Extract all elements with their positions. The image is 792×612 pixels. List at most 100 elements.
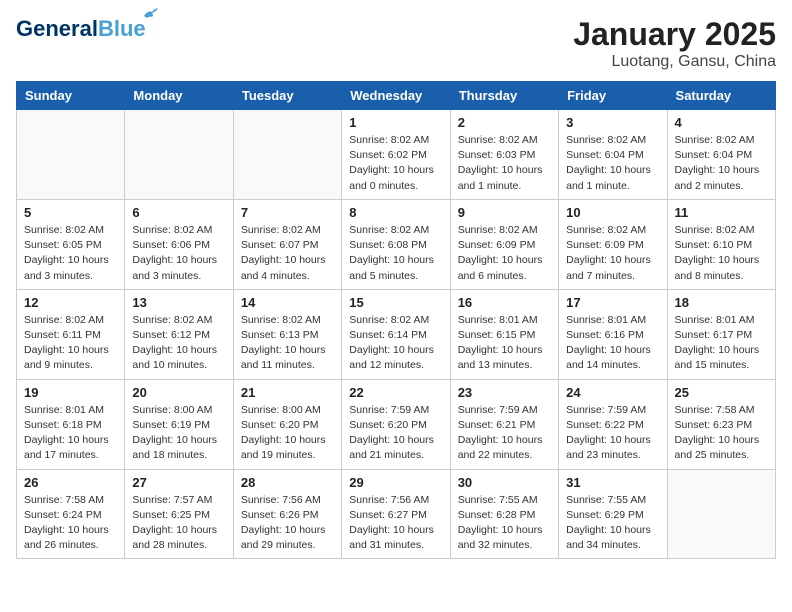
calendar-day-cell: 18Sunrise: 8:01 AMSunset: 6:17 PMDayligh… xyxy=(667,289,775,379)
calendar-day-cell xyxy=(233,110,341,200)
calendar-day-cell xyxy=(667,469,775,559)
day-info: Sunrise: 8:02 AMSunset: 6:09 PMDaylight:… xyxy=(458,223,551,284)
day-info: Sunrise: 7:55 AMSunset: 6:28 PMDaylight:… xyxy=(458,493,551,554)
day-number: 19 xyxy=(24,385,117,400)
calendar-week-row: 19 Sunrise: 8:01 AMSunset: 6:18 PMDayligh… xyxy=(17,379,776,469)
calendar-day-cell: 4 Sunrise: 8:02 AMSunset: 6:04 PMDaylight… xyxy=(667,110,775,200)
day-info: Sunrise: 8:00 AMSunset: 6:20 PMDaylight:… xyxy=(241,403,334,464)
day-info: Sunrise: 8:02 AMSunset: 6:07 PMDaylight:… xyxy=(241,223,334,284)
day-number: 1 xyxy=(349,115,442,130)
calendar-day-cell: 10 Sunrise: 8:02 AMSunset: 6:09 PMDayligh… xyxy=(559,199,667,289)
day-info: Sunrise: 7:59 AMSunset: 6:21 PMDaylight:… xyxy=(458,403,551,464)
day-info: Sunrise: 7:55 AMSunset: 6:29 PMDaylight:… xyxy=(566,493,659,554)
weekday-header-saturday: Saturday xyxy=(667,82,775,110)
day-info: Sunrise: 7:56 AMSunset: 6:26 PMDaylight:… xyxy=(241,493,334,554)
day-number: 29 xyxy=(349,475,442,490)
calendar-day-cell: 31 Sunrise: 7:55 AMSunset: 6:29 PMDayligh… xyxy=(559,469,667,559)
calendar-day-cell: 26Sunrise: 7:58 AMSunset: 6:24 PMDayligh… xyxy=(17,469,125,559)
day-info: Sunrise: 7:59 AMSunset: 6:20 PMDaylight:… xyxy=(349,403,442,464)
day-number: 15 xyxy=(349,295,442,310)
calendar-day-cell: 21 Sunrise: 8:00 AMSunset: 6:20 PMDayligh… xyxy=(233,379,341,469)
day-info: Sunrise: 8:02 AMSunset: 6:14 PMDaylight:… xyxy=(349,313,442,374)
calendar-day-cell: 28Sunrise: 7:56 AMSunset: 6:26 PMDayligh… xyxy=(233,469,341,559)
weekday-header-sunday: Sunday xyxy=(17,82,125,110)
calendar-day-cell: 3Sunrise: 8:02 AMSunset: 6:04 PMDaylight… xyxy=(559,110,667,200)
day-number: 21 xyxy=(241,385,334,400)
logo-bird-icon xyxy=(142,8,160,22)
day-number: 24 xyxy=(566,385,659,400)
day-number: 27 xyxy=(132,475,225,490)
day-number: 18 xyxy=(675,295,768,310)
day-number: 30 xyxy=(458,475,551,490)
logo: GeneralBlue xyxy=(16,16,146,42)
calendar-day-cell: 12Sunrise: 8:02 AMSunset: 6:11 PMDayligh… xyxy=(17,289,125,379)
calendar-day-cell xyxy=(125,110,233,200)
day-info: Sunrise: 8:02 AMSunset: 6:10 PMDaylight:… xyxy=(675,223,768,284)
day-info: Sunrise: 7:56 AMSunset: 6:27 PMDaylight:… xyxy=(349,493,442,554)
day-number: 11 xyxy=(675,205,768,220)
day-number: 13 xyxy=(132,295,225,310)
calendar-day-cell: 14 Sunrise: 8:02 AMSunset: 6:13 PMDayligh… xyxy=(233,289,341,379)
calendar-day-cell: 9 Sunrise: 8:02 AMSunset: 6:09 PMDaylight… xyxy=(450,199,558,289)
weekday-header-wednesday: Wednesday xyxy=(342,82,450,110)
day-number: 5 xyxy=(24,205,117,220)
day-info: Sunrise: 8:02 AMSunset: 6:13 PMDaylight:… xyxy=(241,313,334,374)
logo-blue-text: Blue xyxy=(98,16,146,41)
calendar-day-cell: 25 Sunrise: 7:58 AMSunset: 6:23 PMDayligh… xyxy=(667,379,775,469)
weekday-header-friday: Friday xyxy=(559,82,667,110)
day-info: Sunrise: 8:02 AMSunset: 6:12 PMDaylight:… xyxy=(132,313,225,374)
calendar-day-cell: 27 Sunrise: 7:57 AMSunset: 6:25 PMDayligh… xyxy=(125,469,233,559)
calendar-title: January 2025 xyxy=(573,16,776,53)
calendar-day-cell: 16Sunrise: 8:01 AMSunset: 6:15 PMDayligh… xyxy=(450,289,558,379)
calendar-day-cell: 23Sunrise: 7:59 AMSunset: 6:21 PMDayligh… xyxy=(450,379,558,469)
calendar-day-cell: 1Sunrise: 8:02 AMSunset: 6:02 PMDaylight… xyxy=(342,110,450,200)
calendar-day-cell: 29 Sunrise: 7:56 AMSunset: 6:27 PMDayligh… xyxy=(342,469,450,559)
day-number: 20 xyxy=(132,385,225,400)
day-number: 22 xyxy=(349,385,442,400)
day-number: 9 xyxy=(458,205,551,220)
day-info: Sunrise: 7:58 AMSunset: 6:24 PMDaylight:… xyxy=(24,493,117,554)
day-info: Sunrise: 7:57 AMSunset: 6:25 PMDaylight:… xyxy=(132,493,225,554)
day-number: 17 xyxy=(566,295,659,310)
title-block: January 2025 Luotang, Gansu, China xyxy=(573,16,776,71)
day-info: Sunrise: 8:02 AMSunset: 6:11 PMDaylight:… xyxy=(24,313,117,374)
calendar-week-row: 26Sunrise: 7:58 AMSunset: 6:24 PMDayligh… xyxy=(17,469,776,559)
calendar-day-cell: 20 Sunrise: 8:00 AMSunset: 6:19 PMDayligh… xyxy=(125,379,233,469)
calendar-table: SundayMondayTuesdayWednesdayThursdayFrid… xyxy=(16,81,776,559)
day-number: 14 xyxy=(241,295,334,310)
weekday-header-monday: Monday xyxy=(125,82,233,110)
day-info: Sunrise: 8:02 AMSunset: 6:08 PMDaylight:… xyxy=(349,223,442,284)
calendar-day-cell: 8 Sunrise: 8:02 AMSunset: 6:08 PMDaylight… xyxy=(342,199,450,289)
calendar-day-cell: 11 Sunrise: 8:02 AMSunset: 6:10 PMDayligh… xyxy=(667,199,775,289)
day-number: 2 xyxy=(458,115,551,130)
calendar-day-cell: 5Sunrise: 8:02 AMSunset: 6:05 PMDaylight… xyxy=(17,199,125,289)
day-info: Sunrise: 8:01 AMSunset: 6:15 PMDaylight:… xyxy=(458,313,551,374)
day-number: 10 xyxy=(566,205,659,220)
calendar-day-cell: 22 Sunrise: 7:59 AMSunset: 6:20 PMDayligh… xyxy=(342,379,450,469)
calendar-day-cell: 19 Sunrise: 8:01 AMSunset: 6:18 PMDayligh… xyxy=(17,379,125,469)
day-info: Sunrise: 7:58 AMSunset: 6:23 PMDaylight:… xyxy=(675,403,768,464)
calendar-day-cell: 15 Sunrise: 8:02 AMSunset: 6:14 PMDayligh… xyxy=(342,289,450,379)
weekday-header-tuesday: Tuesday xyxy=(233,82,341,110)
logo-general-text: General xyxy=(16,16,98,41)
calendar-day-cell: 2 Sunrise: 8:02 AMSunset: 6:03 PMDaylight… xyxy=(450,110,558,200)
calendar-day-cell xyxy=(17,110,125,200)
calendar-day-cell: 17Sunrise: 8:01 AMSunset: 6:16 PMDayligh… xyxy=(559,289,667,379)
weekday-header-row: SundayMondayTuesdayWednesdayThursdayFrid… xyxy=(17,82,776,110)
calendar-week-row: 12Sunrise: 8:02 AMSunset: 6:11 PMDayligh… xyxy=(17,289,776,379)
page-header: GeneralBlue January 2025 Luotang, Gansu,… xyxy=(16,16,776,71)
day-number: 8 xyxy=(349,205,442,220)
day-number: 25 xyxy=(675,385,768,400)
day-number: 4 xyxy=(675,115,768,130)
calendar-day-cell: 13 Sunrise: 8:02 AMSunset: 6:12 PMDayligh… xyxy=(125,289,233,379)
day-info: Sunrise: 8:00 AMSunset: 6:19 PMDaylight:… xyxy=(132,403,225,464)
day-number: 31 xyxy=(566,475,659,490)
day-info: Sunrise: 8:02 AMSunset: 6:09 PMDaylight:… xyxy=(566,223,659,284)
day-info: Sunrise: 8:02 AMSunset: 6:03 PMDaylight:… xyxy=(458,133,551,194)
day-info: Sunrise: 8:02 AMSunset: 6:04 PMDaylight:… xyxy=(566,133,659,194)
day-number: 6 xyxy=(132,205,225,220)
day-info: Sunrise: 8:02 AMSunset: 6:04 PMDaylight:… xyxy=(675,133,768,194)
calendar-day-cell: 30 Sunrise: 7:55 AMSunset: 6:28 PMDayligh… xyxy=(450,469,558,559)
day-info: Sunrise: 8:02 AMSunset: 6:06 PMDaylight:… xyxy=(132,223,225,284)
day-info: Sunrise: 8:01 AMSunset: 6:18 PMDaylight:… xyxy=(24,403,117,464)
